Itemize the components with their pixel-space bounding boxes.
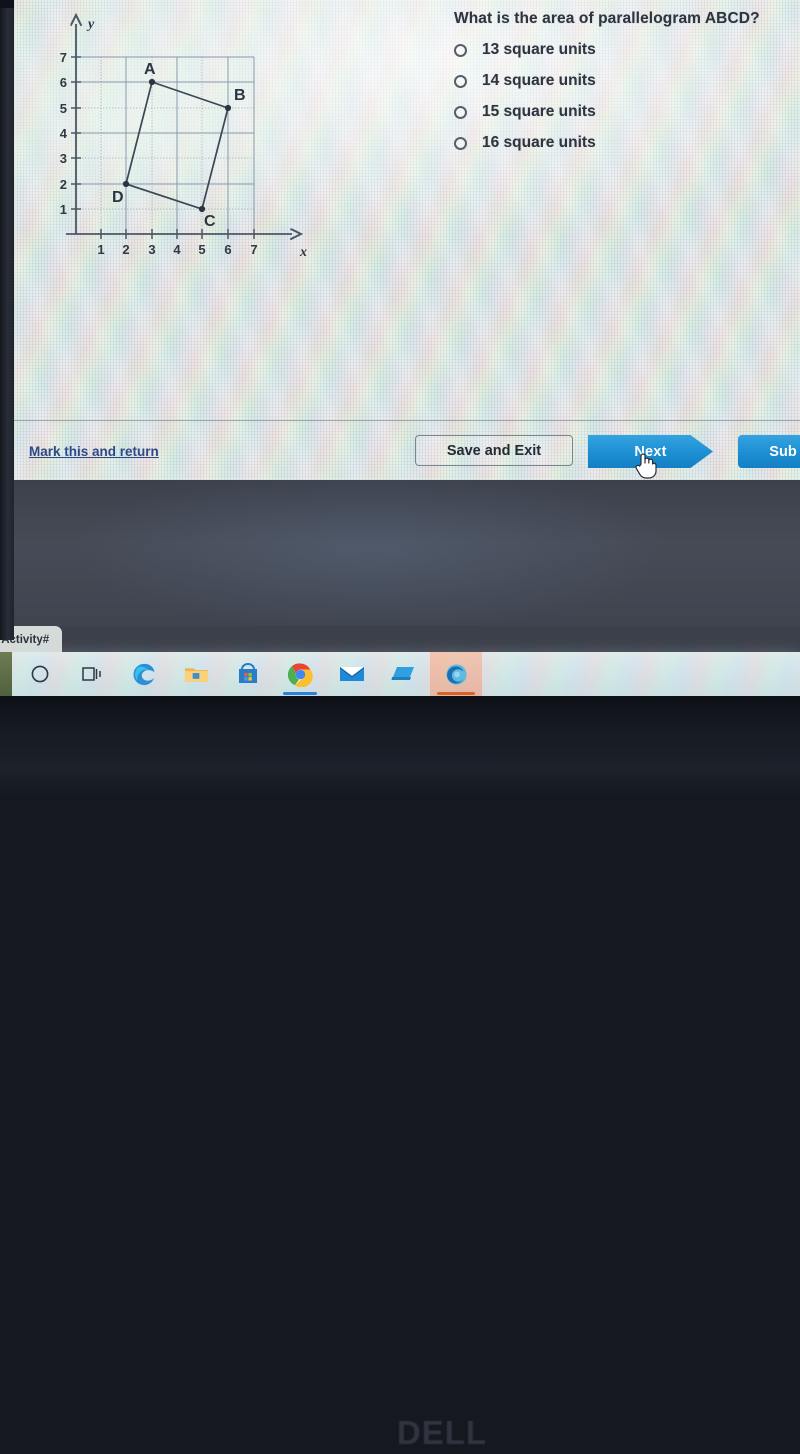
vertex-label-b: B: [234, 87, 246, 104]
browser-tab-strip: [0, 626, 800, 654]
option-row-4[interactable]: 16 square units: [454, 134, 800, 152]
cortana-icon[interactable]: [14, 652, 66, 696]
laptop-screen-photo: 1 2 3 4 5 6 7 1 2 3 4 5 6 7 y x A B C D …: [0, 0, 800, 1451]
taskbar-left-edge: [0, 652, 12, 696]
svg-text:1: 1: [97, 242, 104, 257]
vertex-label-a: A: [144, 61, 156, 78]
svg-text:6: 6: [60, 75, 67, 90]
laptop-bottom-bezel: DELL: [0, 696, 800, 1451]
svg-text:7: 7: [250, 242, 257, 257]
bezel-corner: [0, 0, 14, 8]
windows-taskbar: [0, 652, 800, 696]
mail-icon[interactable]: [326, 652, 378, 696]
vertex-labels: A B C D: [112, 61, 246, 230]
option-row-3[interactable]: 15 square units: [454, 103, 800, 121]
x-axis-label: x: [299, 245, 307, 258]
desktop-sheen: [0, 480, 800, 635]
option-label-4: 16 square units: [482, 134, 596, 151]
radio-button-option-4[interactable]: [454, 136, 467, 150]
svg-text:1: 1: [60, 202, 67, 217]
option-row-2[interactable]: 14 square units: [454, 72, 800, 90]
axis-ticks: [71, 56, 255, 239]
option-row-1[interactable]: 13 square units: [454, 41, 800, 59]
radio-button-option-3[interactable]: [454, 105, 467, 119]
vertex-d-point: [122, 180, 130, 188]
desktop-background: [0, 480, 800, 635]
dell-brand-logo: DELL: [396, 1414, 488, 1451]
svg-text:4: 4: [173, 242, 181, 257]
remote-desktop-icon[interactable]: [378, 652, 430, 696]
svg-text:5: 5: [60, 101, 67, 116]
vertex-label-d: D: [112, 189, 124, 206]
save-and-exit-button[interactable]: Save and Exit: [415, 435, 573, 466]
microsoft-store-icon[interactable]: [222, 652, 274, 696]
option-label-1: 13 square units: [482, 41, 596, 58]
grid-major: [76, 56, 255, 234]
file-explorer-icon[interactable]: [170, 652, 222, 696]
svg-text:3: 3: [60, 151, 67, 166]
svg-text:7: 7: [60, 50, 67, 65]
task-view-icon[interactable]: [66, 652, 118, 696]
radio-button-option-1[interactable]: [454, 43, 467, 57]
svg-text:6: 6: [224, 242, 231, 257]
option-label-2: 14 square units: [482, 72, 596, 89]
mark-this-and-return-link[interactable]: Mark this and return: [29, 444, 159, 459]
y-tick-labels: 1 2 3 4 5 6 7: [60, 50, 68, 217]
assessment-page: 1 2 3 4 5 6 7 1 2 3 4 5 6 7 y x A B C D …: [14, 0, 800, 480]
vertex-b-point: [224, 104, 232, 112]
question-text: What is the area of parallelogram ABCD?: [454, 10, 760, 27]
chrome-icon[interactable]: [274, 652, 326, 696]
assessment-toolbar: Mark this and return Save and Exit Next …: [14, 420, 800, 480]
svg-text:2: 2: [60, 177, 67, 192]
support-assist-icon[interactable]: [430, 652, 482, 696]
svg-text:4: 4: [60, 126, 68, 141]
y-axis-label: y: [86, 17, 95, 32]
radio-button-option-2[interactable]: [454, 74, 467, 88]
vertex-label-c: C: [204, 213, 216, 230]
coordinate-graph: 1 2 3 4 5 6 7 1 2 3 4 5 6 7 y x A B C D: [52, 8, 322, 258]
question-block: What is the area of parallelogram ABCD? …: [454, 10, 800, 152]
grid-minor: [76, 56, 255, 234]
svg-text:2: 2: [122, 242, 129, 257]
next-button[interactable]: Next: [588, 435, 713, 468]
option-label-3: 15 square units: [482, 103, 596, 120]
vertex-a-point: [148, 78, 156, 86]
edge-icon[interactable]: [118, 652, 170, 696]
svg-text:3: 3: [148, 242, 155, 257]
submit-button[interactable]: Sub: [738, 435, 800, 468]
svg-text:5: 5: [198, 242, 205, 257]
x-tick-labels: 1 2 3 4 5 6 7: [97, 242, 257, 257]
screen-bezel-left: [0, 0, 14, 640]
vertex-c-point: [198, 205, 206, 213]
graph-svg: 1 2 3 4 5 6 7 1 2 3 4 5 6 7 y x A B C D: [60, 8, 307, 258]
